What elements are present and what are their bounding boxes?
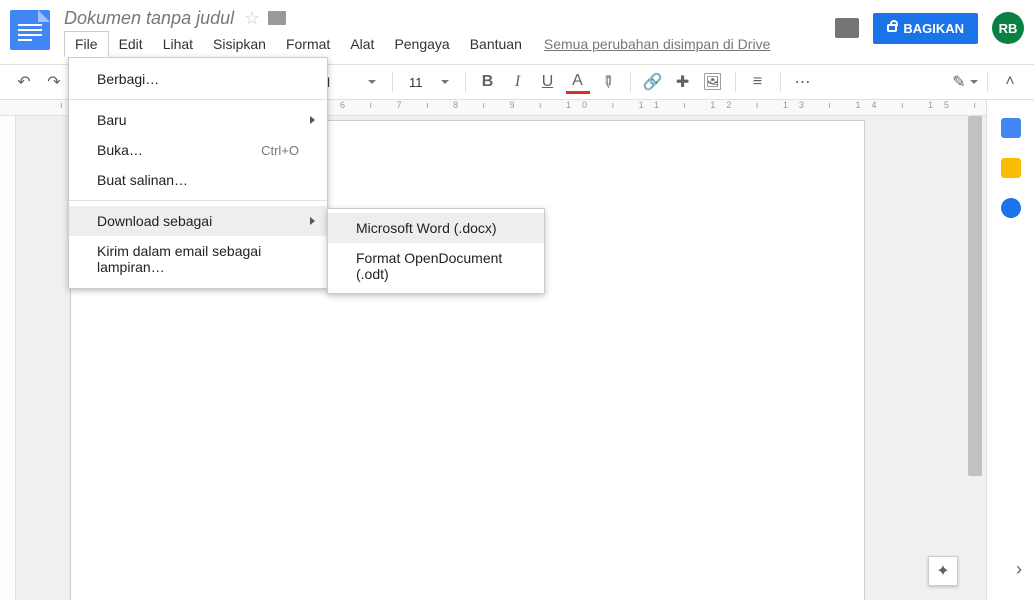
menu-file[interactable]: File: [64, 31, 109, 57]
avatar[interactable]: RB: [992, 12, 1024, 44]
submenu-arrow-icon: [310, 217, 315, 225]
menu-item-label: Baru: [97, 112, 127, 128]
menu-item-label: Buka…: [97, 142, 143, 158]
menu-item-email-attachment[interactable]: Kirim dalam email sebagai lampiran…: [69, 236, 327, 282]
vertical-ruler[interactable]: [0, 116, 16, 600]
folder-icon[interactable]: [268, 11, 286, 25]
menu-separator: [69, 99, 327, 100]
save-status[interactable]: Semua perubahan disimpan di Drive: [544, 36, 770, 52]
share-button[interactable]: BAGIKAN: [873, 13, 978, 44]
menu-item-share[interactable]: Berbagi…: [69, 64, 327, 94]
more-icon[interactable]: ⋯: [791, 70, 815, 94]
editing-mode-icon[interactable]: ✎: [953, 70, 977, 94]
image-icon[interactable]: 🖼: [701, 70, 725, 94]
add-comment-icon[interactable]: ✚: [671, 70, 695, 94]
lock-icon: [887, 24, 897, 32]
redo-icon[interactable]: ↷: [42, 70, 66, 94]
menu-help[interactable]: Bantuan: [460, 32, 532, 56]
share-button-label: BAGIKAN: [903, 21, 964, 36]
side-panel: [986, 100, 1034, 600]
text-color-icon[interactable]: A: [566, 70, 590, 94]
scrollbar-thumb[interactable]: [968, 116, 982, 476]
italic-icon[interactable]: I: [506, 70, 530, 94]
side-panel-toggle-icon[interactable]: ›: [1016, 559, 1022, 580]
menu-separator: [69, 200, 327, 201]
keep-icon[interactable]: [1001, 158, 1021, 178]
undo-icon[interactable]: ↶: [12, 70, 36, 94]
menu-item-make-copy[interactable]: Buat salinan…: [69, 165, 327, 195]
tasks-icon[interactable]: [1001, 198, 1021, 218]
submenu-arrow-icon: [310, 116, 315, 124]
submenu-item-odt[interactable]: Format OpenDocument (.odt): [328, 243, 544, 289]
file-menu-dropdown: Berbagi… Baru Buka…Ctrl+O Buat salinan… …: [68, 57, 328, 289]
underline-icon[interactable]: U: [536, 70, 560, 94]
menu-item-label: Download sebagai: [97, 213, 212, 229]
star-icon[interactable]: ☆: [244, 8, 260, 29]
menu-item-open[interactable]: Buka… Ctrl+O: [69, 135, 327, 165]
align-icon[interactable]: ≡: [746, 70, 770, 94]
menu-item-download-as[interactable]: Download sebagai: [69, 206, 327, 236]
menu-item-new[interactable]: Baru: [69, 105, 327, 135]
app-header: Dokumen tanpa judul ☆ File Edit Lihat Si…: [0, 0, 1034, 64]
menu-insert[interactable]: Sisipkan: [203, 32, 276, 56]
document-title[interactable]: Dokumen tanpa judul: [64, 8, 234, 29]
menu-edit[interactable]: Edit: [109, 32, 153, 56]
menu-item-label: Berbagi…: [97, 71, 159, 87]
download-as-submenu: Microsoft Word (.docx) Format OpenDocume…: [327, 208, 545, 294]
chevron-up-icon[interactable]: ˄: [998, 70, 1022, 94]
docs-logo-icon[interactable]: [10, 10, 50, 50]
menu-item-label: Kirim dalam email sebagai lampiran…: [97, 243, 299, 275]
menu-item-label: Buat salinan…: [97, 172, 188, 188]
highlight-icon[interactable]: ✎: [596, 70, 620, 94]
vertical-scrollbar[interactable]: [968, 116, 982, 590]
menu-addons[interactable]: Pengaya: [384, 32, 459, 56]
calendar-icon[interactable]: [1001, 118, 1021, 138]
menu-view[interactable]: Lihat: [153, 32, 203, 56]
menu-tools[interactable]: Alat: [340, 32, 384, 56]
submenu-item-docx[interactable]: Microsoft Word (.docx): [328, 213, 544, 243]
link-icon[interactable]: 🔗: [641, 70, 665, 94]
menubar: File Edit Lihat Sisipkan Format Alat Pen…: [64, 30, 835, 58]
menu-format[interactable]: Format: [276, 32, 340, 56]
menu-item-shortcut: Ctrl+O: [261, 143, 299, 158]
explore-button[interactable]: ✦: [928, 556, 958, 586]
font-size-selector[interactable]: 11: [403, 73, 455, 92]
bold-icon[interactable]: B: [476, 70, 500, 94]
comments-icon[interactable]: [835, 18, 859, 38]
font-size-label: 11: [409, 75, 423, 90]
